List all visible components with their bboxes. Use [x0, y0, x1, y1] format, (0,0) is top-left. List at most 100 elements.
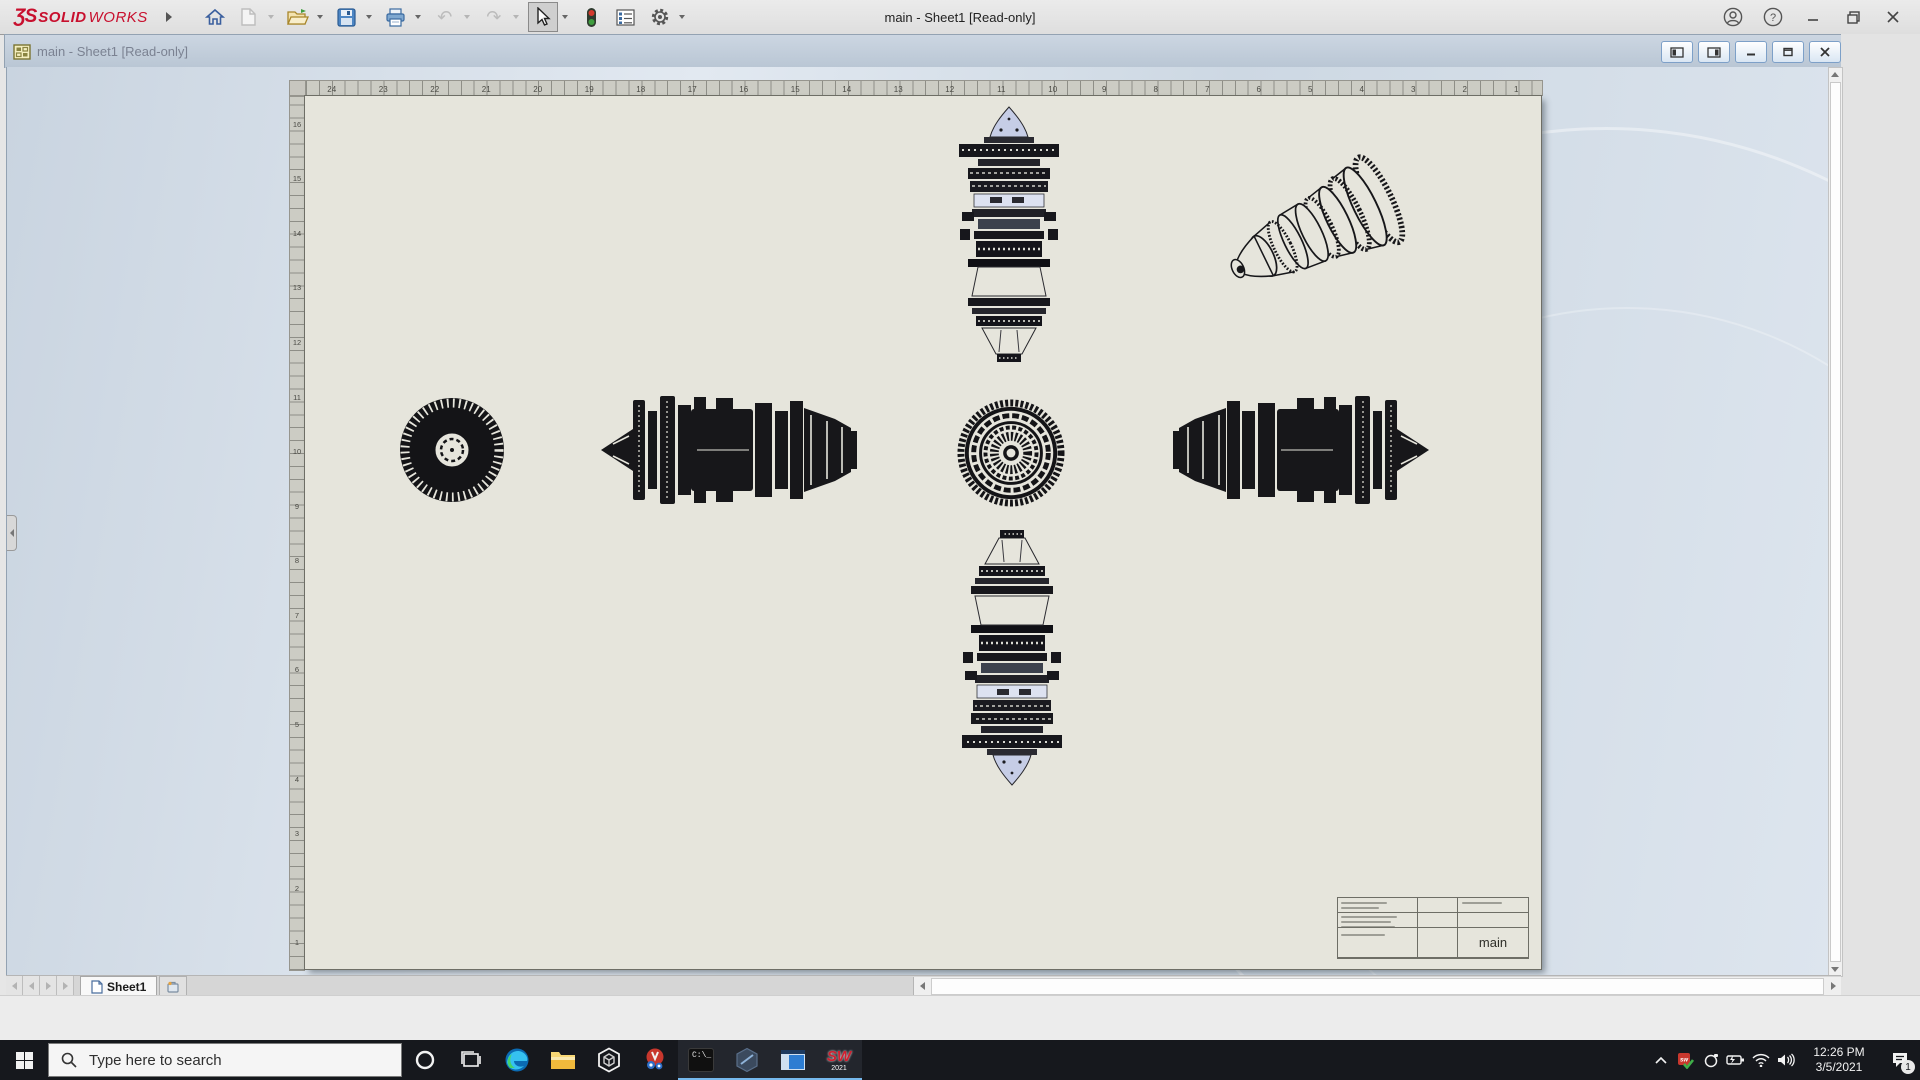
new-dropdown-caret[interactable] [267, 15, 274, 19]
minimize-button[interactable] [1796, 3, 1830, 31]
tray-wifi-button[interactable] [1748, 1040, 1773, 1080]
tray-expand-button[interactable] [1648, 1040, 1673, 1080]
start-button[interactable] [0, 1040, 48, 1080]
solidworks-logo: ƷS SOLID WORKS [14, 6, 148, 27]
tray-battery-button[interactable] [1723, 1040, 1748, 1080]
next-sheet-button[interactable] [40, 976, 57, 996]
horizontal-scroll-thumb[interactable] [931, 978, 1824, 995]
window-app-button[interactable] [770, 1040, 816, 1080]
show-left-pane-button[interactable] [1661, 41, 1693, 63]
edge-icon [505, 1048, 529, 1072]
hexagon-app-button[interactable] [724, 1040, 770, 1080]
taskbar-clock[interactable]: 12:26 PM 3/5/2021 [1798, 1045, 1880, 1075]
first-sheet-button[interactable] [6, 976, 23, 996]
restore-button[interactable] [1836, 3, 1870, 31]
tray-volume-button[interactable] [1773, 1040, 1798, 1080]
previous-sheet-button[interactable] [23, 976, 40, 996]
select-tool-button[interactable] [527, 2, 558, 32]
screen-recorder-icon [646, 1048, 664, 1070]
save-button[interactable] [332, 2, 362, 32]
panel-collapse-tab[interactable] [7, 515, 17, 551]
screen-recorder-app-button[interactable] [632, 1040, 678, 1080]
doc-restore-button[interactable] [1772, 41, 1804, 63]
home-icon [204, 8, 225, 25]
save-dropdown-caret[interactable] [365, 15, 372, 19]
open-dropdown-caret[interactable] [316, 15, 323, 19]
taskbar-search[interactable] [48, 1043, 402, 1077]
document-title: main - Sheet1 [Read-only] [37, 44, 189, 59]
vertical-scrollbar[interactable] [1828, 67, 1843, 977]
tray-camera-icon-button[interactable] [1698, 1040, 1723, 1080]
user-icon [1723, 7, 1743, 27]
clock-date: 3/5/2021 [1815, 1060, 1863, 1074]
title-block-cell [1418, 928, 1458, 958]
ruler-number: 18 [636, 85, 646, 94]
print-button[interactable] [381, 2, 411, 32]
close-button[interactable] [1876, 3, 1910, 31]
drawing-view-right-side[interactable] [1171, 395, 1431, 505]
tray-solidworks-status[interactable]: sw [1673, 1040, 1698, 1080]
undo-button[interactable]: ↶ [430, 2, 460, 32]
add-sheet-button[interactable] [159, 976, 188, 996]
solidworks-app-button[interactable]: SW 2021 [816, 1040, 862, 1080]
doc-close-button[interactable] [1809, 41, 1841, 63]
command-prompt-app-button[interactable]: C:\_ [678, 1040, 724, 1080]
graphics-area[interactable]: 24 23 22 21 20 19 18 17 16 15 14 13 12 11 10 9 8 7 6 5 4 3 2 1 … [6, 67, 1829, 975]
new-document-button[interactable] [234, 2, 264, 32]
home-button[interactable] [200, 2, 230, 32]
drawing-view-left-side[interactable] [599, 395, 859, 505]
ds-mark: ƷS [14, 6, 37, 27]
vertical-scroll-thumb[interactable] [1830, 82, 1841, 962]
title-block-cell [1338, 898, 1418, 913]
print-dropdown-caret[interactable] [414, 15, 421, 19]
window-title: main - Sheet1 [Read-only] [884, 9, 1036, 25]
drawing-view-front-fan[interactable] [397, 395, 507, 505]
search-input[interactable] [87, 1050, 361, 1070]
redo-button[interactable]: ↷ [479, 2, 509, 32]
drawing-view-rear[interactable] [957, 399, 1065, 507]
drawing-view-isometric[interactable] [1199, 139, 1419, 324]
hexagon-app-icon [736, 1047, 758, 1073]
edrawings-app-button[interactable] [586, 1040, 632, 1080]
ruler-number: 17 [687, 85, 697, 94]
task-view-icon [461, 1051, 481, 1067]
help-button[interactable]: ? [1756, 3, 1790, 31]
edge-app-button[interactable] [494, 1040, 540, 1080]
redo-dropdown-caret[interactable] [512, 15, 519, 19]
menu-expand-arrow-icon[interactable] [165, 12, 172, 22]
options-dropdown-caret[interactable] [678, 15, 685, 19]
options-button[interactable] [645, 2, 675, 32]
properties-button[interactable] [611, 2, 641, 32]
command-prompt-icon: C:\_ [688, 1048, 714, 1072]
task-view-button[interactable] [448, 1040, 494, 1080]
scroll-left-button[interactable] [914, 977, 930, 995]
drawing-sheet[interactable]: main [305, 96, 1541, 969]
tab-sheet1[interactable]: Sheet1 [80, 976, 158, 996]
scroll-up-button[interactable] [1829, 68, 1840, 81]
ruler-number: 11 [997, 85, 1006, 94]
performance-button[interactable] [577, 2, 607, 32]
horizontal-scrollbar[interactable] [913, 977, 1841, 995]
drawing-sheet-container: 24 23 22 21 20 19 18 17 16 15 14 13 12 11 10 9 8 7 6 5 4 3 2 1 … [289, 80, 1543, 971]
svg-text:sw: sw [1680, 1057, 1688, 1063]
doc-minimize-button[interactable] [1735, 41, 1767, 63]
ruler-number: 10 [292, 447, 302, 457]
action-center-button[interactable]: 1 [1880, 1040, 1920, 1080]
undo-dropdown-caret[interactable] [463, 15, 470, 19]
show-right-pane-button[interactable] [1698, 41, 1730, 63]
account-button[interactable] [1716, 3, 1750, 31]
open-button[interactable] [283, 2, 313, 32]
cortana-button[interactable] [402, 1040, 448, 1080]
ruler-number: 2 [294, 883, 300, 893]
help-icon: ? [1763, 7, 1783, 27]
last-sheet-button[interactable] [57, 976, 74, 996]
file-explorer-app-button[interactable] [540, 1040, 586, 1080]
title-block: main [1337, 897, 1529, 959]
scroll-right-button[interactable] [1825, 977, 1841, 995]
drawing-view-bottom[interactable] [957, 527, 1067, 789]
drawing-view-top[interactable] [949, 104, 1069, 364]
windows-logo-icon [15, 1051, 33, 1069]
ruler-number: 14 [842, 85, 852, 94]
select-dropdown-caret[interactable] [561, 15, 568, 19]
battery-icon [1726, 1055, 1744, 1065]
